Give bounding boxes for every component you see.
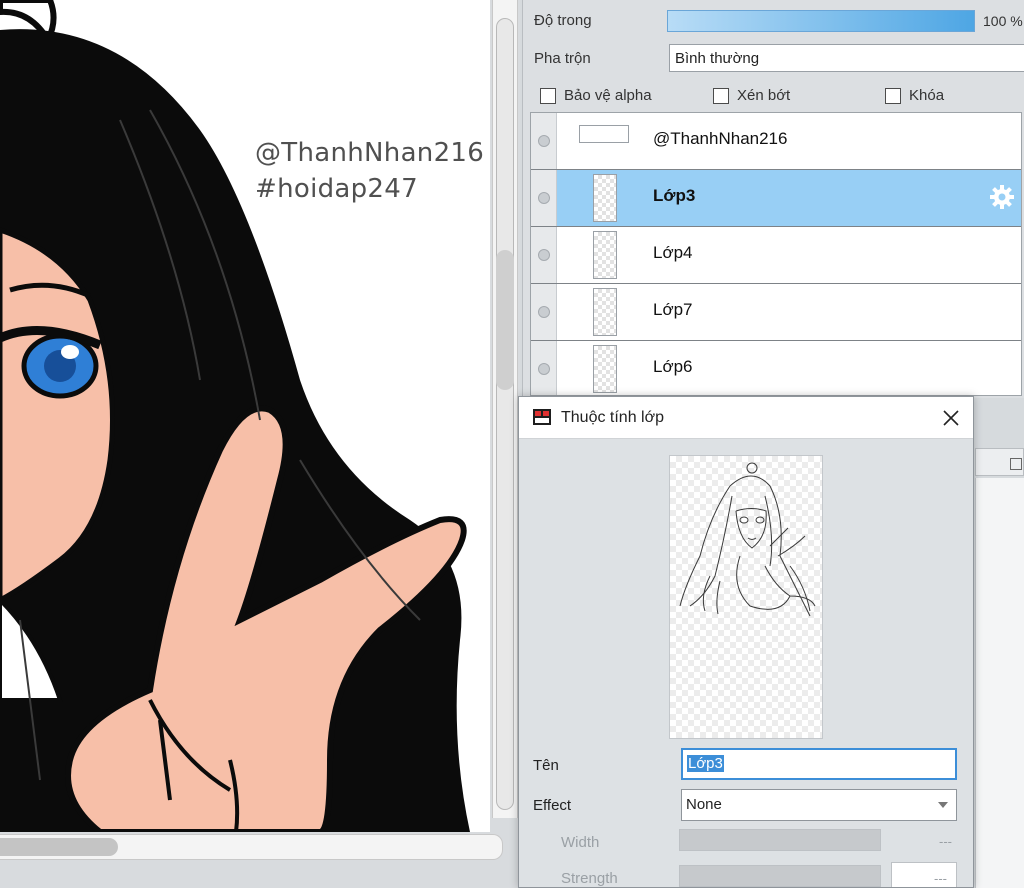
name-label: Tên: [533, 757, 559, 774]
visibility-gutter: [531, 113, 557, 169]
lock-checkbox[interactable]: Khóa: [885, 87, 944, 104]
layer-thumbnail: [593, 231, 617, 279]
effect-select[interactable]: None: [681, 789, 957, 821]
app-icon: [533, 409, 551, 425]
chevron-down-icon: [938, 802, 948, 808]
layer-row-selected[interactable]: Lớp3: [531, 170, 1021, 227]
dialog-titlebar[interactable]: Thuộc tính lớp: [519, 397, 973, 439]
width-label: Width: [561, 834, 600, 851]
close-icon: [943, 410, 959, 426]
visibility-gutter: [531, 341, 557, 395]
layer-name: Lớp6: [653, 357, 693, 376]
visibility-gutter: [531, 170, 557, 226]
dialog-title: Thuộc tính lớp: [561, 409, 664, 426]
visibility-gutter: [531, 284, 557, 340]
opacity-label: Độ trong: [534, 12, 592, 29]
strength-input: ---: [891, 862, 957, 887]
clipping-checkbox[interactable]: Xén bớt: [713, 87, 790, 104]
visibility-dot-icon[interactable]: [538, 135, 550, 147]
preview-sketch: [679, 462, 816, 617]
vertical-scrollbar[interactable]: [492, 0, 518, 818]
close-button[interactable]: [933, 401, 969, 435]
protect-alpha-checkbox[interactable]: Bảo vệ alpha: [540, 87, 652, 104]
layer-name-input[interactable]: Lớp3: [681, 748, 957, 780]
strength-slider: [679, 865, 881, 887]
layer-properties-dialog: Thuộc tính lớp Tên Lớp3 Effect None Widt…: [518, 396, 974, 888]
layer-row[interactable]: @ThanhNhan216: [531, 113, 1021, 170]
checkbox-label: Khóa: [909, 87, 945, 104]
visibility-dot-icon[interactable]: [538, 249, 550, 261]
checkbox-box[interactable]: [540, 87, 556, 104]
layer-panel: Độ trong 100 % Pha trộn Bình thường Bảo …: [522, 0, 1024, 398]
watermark-username: @ThanhNhan216: [255, 138, 485, 168]
layer-list: @ThanhNhan216 Lớp3 Lớp4 Lớp7 Lớp6: [530, 112, 1022, 396]
checkbox-label: Xén bớt: [737, 87, 791, 104]
popout-icon[interactable]: [1010, 458, 1022, 470]
layer-preview: [669, 455, 823, 739]
opacity-row: Độ trong 100 %: [523, 2, 1024, 38]
effect-value: None: [686, 796, 722, 813]
visibility-gutter: [531, 227, 557, 283]
watermark-hashtag: #hoidap247: [255, 174, 418, 204]
opacity-value: 100 %: [983, 13, 1023, 29]
canvas-paper[interactable]: @ThanhNhan216 #hoidap247: [0, 0, 490, 832]
layer-name: Lớp4: [653, 243, 693, 262]
right-panel-content: [975, 478, 1024, 888]
blend-row: Pha trộn Bình thường: [523, 40, 1024, 76]
layer-thumbnail: [593, 288, 617, 336]
visibility-dot-icon[interactable]: [538, 192, 550, 204]
visibility-dot-icon[interactable]: [538, 363, 550, 375]
width-slider: [679, 829, 881, 851]
vertical-scroll-track: [496, 18, 514, 810]
vertical-scroll-thumb[interactable]: [496, 250, 514, 390]
strength-value: ---: [934, 871, 947, 886]
horizontal-scroll-thumb[interactable]: [0, 838, 118, 856]
blend-mode-select[interactable]: Bình thường: [669, 44, 1024, 72]
strength-label: Strength: [561, 870, 618, 887]
layer-row[interactable]: Lớp7: [531, 284, 1021, 341]
layer-name: Lớp7: [653, 300, 693, 319]
blend-label: Pha trộn: [534, 50, 591, 67]
checkbox-label: Bảo vệ alpha: [564, 87, 652, 104]
visibility-dot-icon[interactable]: [538, 306, 550, 318]
layer-thumbnail: [579, 125, 629, 143]
effect-label: Effect: [533, 797, 572, 814]
gear-icon[interactable]: [989, 184, 1015, 210]
width-value: ---: [939, 834, 952, 849]
layer-row[interactable]: Lớp6: [531, 341, 1021, 395]
opacity-slider[interactable]: [667, 10, 975, 32]
canvas-area[interactable]: @ThanhNhan216 #hoidap247: [0, 0, 520, 888]
selected-text: Lớp3: [687, 755, 724, 772]
artwork: [0, 0, 470, 832]
horizontal-scrollbar[interactable]: [0, 834, 503, 860]
layer-row[interactable]: Lớp4: [531, 227, 1021, 284]
layer-thumbnail: [593, 345, 617, 393]
layer-name: Lớp3: [653, 186, 696, 205]
checkbox-box[interactable]: [713, 87, 729, 104]
checkbox-box[interactable]: [885, 87, 901, 104]
layer-thumbnail: [593, 174, 617, 222]
layer-name: @ThanhNhan216: [653, 129, 788, 148]
